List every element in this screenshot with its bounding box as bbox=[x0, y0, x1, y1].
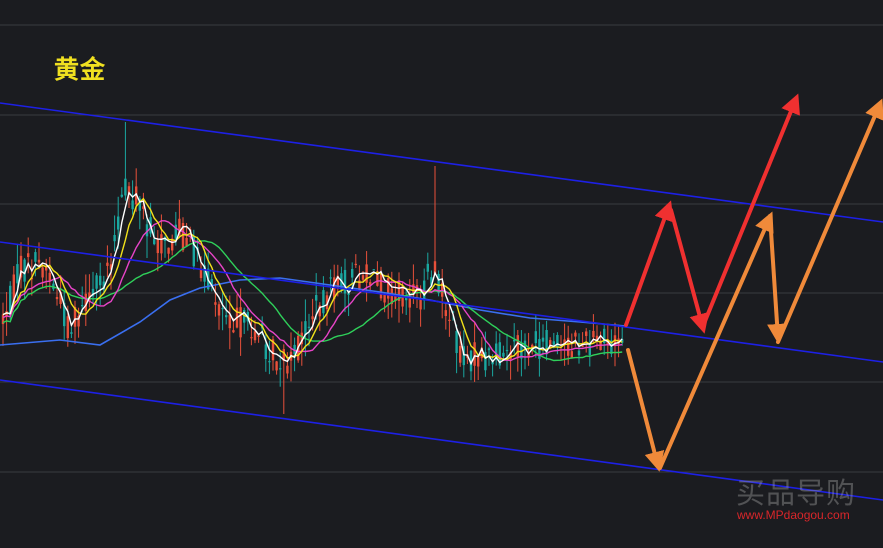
candle-body bbox=[455, 331, 458, 354]
candle-body bbox=[477, 356, 480, 367]
candle-body bbox=[70, 332, 73, 334]
candle-body bbox=[257, 335, 260, 337]
candle-body bbox=[541, 337, 545, 342]
candle-body bbox=[459, 345, 462, 363]
candle-body bbox=[516, 335, 519, 357]
candle-body bbox=[372, 269, 375, 271]
orange-arrow-pullback bbox=[767, 214, 788, 344]
red-arrow-down bbox=[669, 208, 709, 334]
candle-body bbox=[552, 341, 555, 345]
candle-body bbox=[95, 275, 98, 289]
candle-body bbox=[160, 234, 163, 254]
candle-body bbox=[487, 348, 491, 351]
candle-body bbox=[473, 342, 476, 366]
candle-body bbox=[585, 331, 588, 336]
ma20-line bbox=[2, 220, 623, 362]
candle-body bbox=[120, 194, 123, 197]
candle-body bbox=[66, 316, 69, 339]
candle-body bbox=[448, 319, 451, 322]
orange-arrow-target bbox=[776, 98, 883, 344]
moving-average-lines bbox=[0, 191, 627, 366]
candle-body bbox=[81, 305, 84, 307]
candle-body bbox=[232, 330, 235, 333]
grid-lines bbox=[0, 24, 883, 473]
candlestick-series bbox=[1, 122, 624, 414]
chart-svg bbox=[0, 24, 883, 501]
candle-body bbox=[351, 269, 354, 278]
candle-body bbox=[185, 237, 188, 246]
candle-body bbox=[592, 330, 595, 338]
candle-body bbox=[113, 234, 116, 242]
candle-body bbox=[34, 252, 37, 262]
candle-body bbox=[383, 294, 386, 303]
candle-body bbox=[27, 253, 30, 258]
chart-title: 黄金 bbox=[54, 55, 107, 84]
candle-body bbox=[502, 352, 505, 357]
watermark-name: 买品导购 bbox=[736, 476, 857, 510]
candle-body bbox=[361, 275, 365, 280]
candle-body bbox=[221, 308, 224, 310]
candle-body bbox=[354, 263, 357, 266]
candle-body bbox=[315, 295, 318, 301]
candle-body bbox=[156, 239, 159, 254]
candle-body bbox=[239, 307, 242, 338]
candle-body bbox=[268, 361, 271, 363]
candle-body bbox=[581, 345, 584, 347]
candle-body bbox=[279, 368, 282, 370]
candle-body bbox=[534, 331, 537, 344]
candle-body bbox=[513, 339, 516, 342]
candle-body bbox=[304, 321, 307, 336]
candle-body bbox=[379, 274, 383, 299]
watermark-logo: 买品导购 www.MPdaogou.com bbox=[734, 470, 864, 526]
candle-body bbox=[41, 267, 44, 278]
candle-body bbox=[275, 361, 278, 371]
orange-arrow-up bbox=[658, 211, 774, 470]
candle-body bbox=[253, 331, 257, 341]
candle-body bbox=[225, 315, 228, 318]
candle-body bbox=[117, 216, 120, 230]
candle-body bbox=[505, 349, 509, 352]
candle-body bbox=[199, 269, 203, 279]
candle-body bbox=[408, 298, 411, 308]
candle-body bbox=[264, 344, 267, 360]
candle-body bbox=[322, 290, 325, 314]
candle-body bbox=[444, 310, 447, 317]
candle-body bbox=[426, 263, 429, 272]
candle-body bbox=[131, 200, 134, 210]
candle-body bbox=[577, 350, 581, 356]
candle-body bbox=[99, 275, 102, 286]
candle-body bbox=[250, 337, 253, 339]
candle-body bbox=[570, 351, 573, 358]
candle-body bbox=[588, 344, 591, 356]
candle-body bbox=[106, 262, 109, 266]
candle-body bbox=[214, 302, 217, 305]
candle-body bbox=[55, 297, 59, 300]
candle-body bbox=[167, 247, 170, 254]
candle-body bbox=[419, 299, 422, 310]
candle-body bbox=[217, 304, 221, 316]
candle-body bbox=[329, 277, 332, 279]
red-arrow-up bbox=[624, 200, 674, 327]
candle-body bbox=[153, 239, 156, 245]
candle-body bbox=[124, 178, 127, 196]
watermark-url: www.MPdaogou.com bbox=[737, 508, 850, 522]
candle-body bbox=[574, 332, 577, 337]
red-arrow-target bbox=[701, 93, 800, 328]
orange-arrow-down bbox=[626, 348, 665, 472]
trend-channel bbox=[0, 102, 883, 501]
chart-area: 黄金 买品导购 www.MPdaogou.com bbox=[0, 0, 883, 544]
candle-body bbox=[48, 272, 51, 281]
candle-body bbox=[16, 264, 19, 284]
candle-body bbox=[307, 326, 311, 328]
candle-body bbox=[37, 259, 41, 263]
candle-body bbox=[228, 314, 231, 329]
scenario-arrows bbox=[624, 93, 883, 472]
candle-body bbox=[286, 365, 289, 374]
candle-body bbox=[311, 316, 314, 320]
